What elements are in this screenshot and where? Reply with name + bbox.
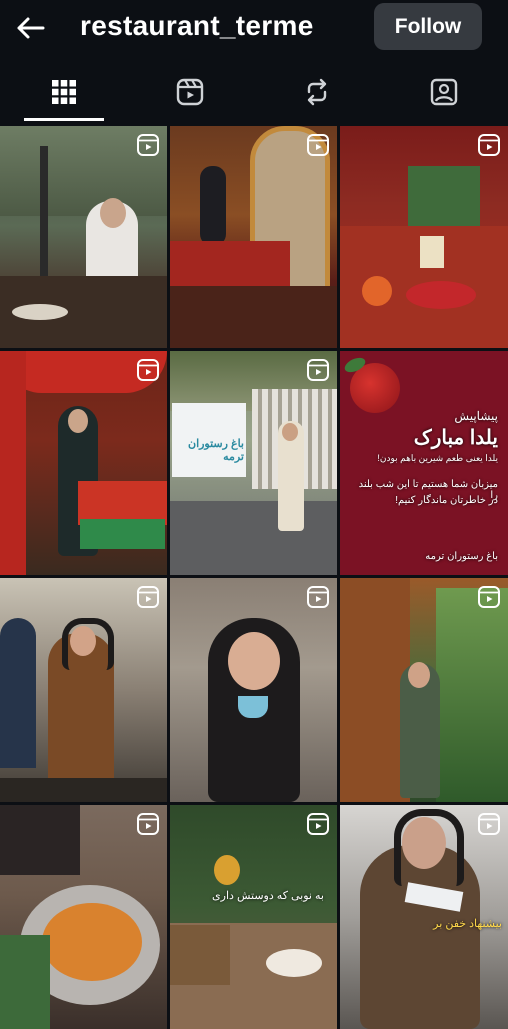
counter [0, 778, 167, 802]
red-curtain-side [0, 351, 26, 575]
vase [200, 166, 226, 246]
tab-tagged[interactable] [394, 60, 494, 124]
post-thumbnail-11[interactable]: به نوبی که دوستش داری [170, 805, 337, 1029]
table-cloth [170, 241, 290, 286]
post-thumbnail-8[interactable] [170, 578, 337, 802]
grid-icon [52, 80, 76, 104]
post-thumbnail-3[interactable] [340, 126, 508, 348]
floor [170, 286, 337, 348]
tab-posts[interactable] [14, 60, 114, 124]
reels-icon [176, 78, 204, 106]
arrow-left-icon [17, 17, 45, 39]
reel-badge-icon [137, 359, 159, 381]
yalda-body-2: در خاطرتان ماندگار کنیم! [395, 495, 498, 506]
head-scarf [394, 809, 464, 886]
reel-caption: به نوبی که دوستش داری [212, 890, 324, 902]
tagged-person-icon [430, 78, 458, 106]
head-scarf [62, 618, 114, 670]
reel-badge-icon [478, 134, 500, 156]
green-cart [80, 519, 165, 549]
tab-reposts[interactable] [267, 60, 367, 124]
post-thumbnail-6[interactable]: پیشاپیش یلدا مبارک یلدا یعنی طعم شیرین ب… [340, 351, 508, 575]
post-thumbnail-2[interactable] [170, 126, 337, 348]
repost-icon [307, 78, 327, 106]
post-thumbnail-5[interactable]: باغ رستوران ترمه [170, 351, 337, 575]
reel-badge-icon [307, 586, 329, 608]
teacup [238, 696, 268, 718]
woman-face [68, 409, 88, 433]
leopard-sleeve [170, 925, 230, 985]
dessert-plate [266, 949, 322, 977]
restaurant-sign-text: باغ رستوران ترمه [187, 438, 244, 463]
herbs [0, 935, 50, 1029]
reel-badge-icon [137, 134, 159, 156]
reel-badge-icon [137, 813, 159, 835]
reel-badge-icon [137, 586, 159, 608]
post-thumbnail-1[interactable] [0, 126, 167, 348]
profile-username: restaurant_terme [80, 10, 314, 41]
pomegranate-bowl [362, 276, 392, 306]
reel-badge-icon [307, 813, 329, 835]
plants [436, 588, 508, 802]
flowers [214, 855, 240, 885]
reel-badge-icon [478, 813, 500, 835]
post-thumbnail-9[interactable] [340, 578, 508, 802]
post-thumbnail-4[interactable] [0, 351, 167, 575]
dish [42, 903, 142, 981]
reel-badge-icon [478, 586, 500, 608]
follow-button[interactable]: Follow [374, 3, 482, 50]
woman-face [228, 632, 280, 690]
reel-caption: بیشنهاد خفن بر [433, 918, 502, 930]
back-button[interactable] [14, 12, 46, 44]
yalda-footer: باغ رستوران ترمه [425, 551, 498, 562]
woman-face [100, 198, 126, 228]
woman-face [408, 662, 430, 688]
tab-reels[interactable] [140, 60, 240, 124]
reel-badge-icon [307, 359, 329, 381]
yalda-title: یلدا مبارک [413, 427, 498, 449]
food-plate [12, 304, 68, 320]
person-left [0, 618, 36, 768]
post-thumbnail-10[interactable] [0, 805, 167, 1029]
person-arm [0, 805, 80, 875]
yalda-subtitle: یلدا یعنی طعم شیرین باهم بودن! [377, 453, 498, 463]
profile-header: restaurant_terme Follow [0, 0, 508, 56]
yalda-pre-text: پیشاپیش [454, 409, 498, 423]
woman-face [282, 423, 298, 441]
active-tab-indicator [24, 118, 104, 121]
pomegranate-illustration [350, 363, 400, 413]
pomegranates [406, 281, 476, 309]
reel-badge-icon [307, 134, 329, 156]
green-window [408, 166, 480, 228]
post-thumbnail-7[interactable] [0, 578, 167, 802]
post-thumbnail-12[interactable]: بیشنهاد خفن بر [340, 805, 508, 1029]
paved-path [170, 501, 337, 575]
profile-tabs [0, 60, 508, 124]
poem-card [420, 236, 444, 268]
posts-grid: باغ رستوران ترمه پیشاپیش یلدا مبارک یلدا… [0, 126, 508, 1029]
